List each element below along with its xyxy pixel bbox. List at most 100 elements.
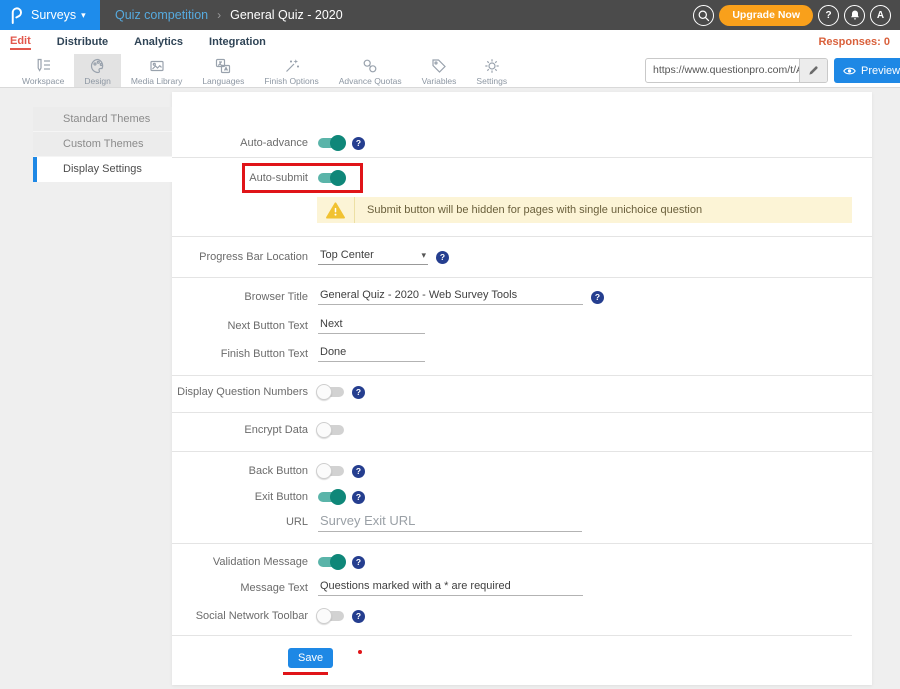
divider: [172, 635, 852, 636]
toolbar-item-label: Advance Quotas: [339, 76, 402, 86]
next-button-text-row: Next Button Text: [172, 314, 872, 338]
help-icon[interactable]: ?: [352, 610, 365, 623]
auto-advance-row: Auto-advance ?: [172, 131, 872, 155]
toolbar-item-finish-options[interactable]: Finish Options: [254, 54, 328, 87]
tab-distribute[interactable]: Distribute: [57, 36, 108, 48]
save-button[interactable]: Save: [288, 648, 333, 668]
auto-advance-label: Auto-advance: [172, 137, 308, 149]
divider: [172, 236, 872, 237]
toolbar-item-settings[interactable]: Settings: [466, 54, 517, 87]
breadcrumb-folder-link[interactable]: Quiz competition: [115, 8, 208, 22]
notifications-button[interactable]: [844, 5, 865, 26]
toolbar-item-variables[interactable]: Variables: [412, 54, 467, 87]
exit-button-toggle[interactable]: [318, 492, 344, 502]
sidebar-item-custom-themes[interactable]: Custom Themes: [33, 132, 172, 157]
themes-sidebar: Standard Themes Custom Themes Display Se…: [33, 107, 172, 182]
toggle-knob: [330, 135, 346, 151]
back-button-label: Back Button: [172, 465, 308, 477]
topbar-actions: Upgrade Now ? A: [693, 4, 891, 26]
toolbar-item-design[interactable]: Design: [74, 54, 120, 87]
warning-banner: Submit button will be hidden for pages w…: [317, 197, 852, 223]
exit-url-input[interactable]: [318, 513, 582, 532]
wand-icon: [283, 57, 301, 75]
auto-advance-toggle[interactable]: [318, 138, 344, 148]
toggle-knob: [316, 422, 332, 438]
help-icon[interactable]: ?: [352, 137, 365, 150]
eye-icon: [843, 66, 856, 76]
edit-url-button[interactable]: [799, 59, 827, 82]
toolbar-item-languages[interactable]: Languages: [192, 54, 254, 87]
help-icon[interactable]: ?: [352, 491, 365, 504]
finish-button-text-input[interactable]: [318, 346, 425, 362]
display-question-numbers-toggle[interactable]: [318, 387, 344, 397]
social-network-toolbar-toggle[interactable]: [318, 611, 344, 621]
responses-count: Responses: 0: [818, 36, 890, 48]
help-icon[interactable]: ?: [436, 251, 449, 264]
questionpro-logo-icon: [9, 6, 24, 25]
toolbar-item-label: Finish Options: [264, 76, 318, 86]
social-network-toolbar-label: Social Network Toolbar: [172, 610, 308, 622]
links-icon: [361, 57, 379, 75]
annotation-underline: [283, 672, 328, 675]
toolbar-item-advance-quotas[interactable]: Advance Quotas: [329, 54, 412, 87]
gear-icon: [483, 57, 501, 75]
help-icon[interactable]: ?: [352, 556, 365, 569]
display-question-numbers-label: Display Question Numbers: [172, 386, 308, 398]
help-button[interactable]: ?: [818, 5, 839, 26]
message-text-row: Message Text: [172, 576, 872, 600]
toggle-knob: [330, 489, 346, 505]
display-question-numbers-row: Display Question Numbers ?: [172, 380, 872, 404]
help-icon[interactable]: ?: [352, 465, 365, 478]
surveys-menu-button[interactable]: Surveys ▾: [0, 0, 100, 30]
toolbar-item-label: Settings: [476, 76, 507, 86]
progress-bar-location-label: Progress Bar Location: [172, 251, 308, 263]
message-text-input[interactable]: [318, 580, 583, 596]
divider: [172, 412, 872, 413]
help-icon[interactable]: ?: [591, 291, 604, 304]
preview-button[interactable]: Preview: [834, 58, 900, 83]
next-button-text-label: Next Button Text: [172, 320, 308, 332]
tab-integration[interactable]: Integration: [209, 36, 266, 48]
back-button-toggle[interactable]: [318, 466, 344, 476]
avatar[interactable]: A: [870, 5, 891, 26]
toolbar-item-media-library[interactable]: Media Library: [121, 54, 193, 87]
display-settings-panel: Auto-advance ? Auto-submit Submit button…: [172, 92, 872, 685]
progress-bar-location-select[interactable]: Top Center ▾: [318, 249, 428, 265]
toolbar-item-workspace[interactable]: Workspace: [12, 54, 74, 87]
palette-icon: [89, 57, 107, 75]
divider: [172, 157, 872, 158]
tab-analytics[interactable]: Analytics: [134, 36, 183, 48]
survey-url-text[interactable]: https://www.questionpro.com/t/APNrFZ: [646, 59, 799, 82]
selected-option: Top Center: [320, 249, 374, 261]
upgrade-now-button[interactable]: Upgrade Now: [719, 5, 813, 26]
toolbar-item-label: Design: [84, 76, 110, 86]
back-button-row: Back Button ?: [172, 459, 872, 483]
message-text-label: Message Text: [172, 582, 308, 594]
tab-edit[interactable]: Edit: [10, 35, 31, 50]
validation-message-toggle[interactable]: [318, 557, 344, 567]
divider: [172, 451, 872, 452]
encrypt-data-row: Encrypt Data: [172, 418, 872, 442]
search-button[interactable]: [693, 5, 714, 26]
toggle-knob: [330, 554, 346, 570]
browser-title-input[interactable]: [318, 289, 583, 305]
breadcrumb-survey-name: General Quiz - 2020: [230, 8, 343, 22]
sidebar-item-standard-themes[interactable]: Standard Themes: [33, 107, 172, 132]
browser-title-row: Browser Title ?: [172, 285, 872, 309]
finish-button-text-row: Finish Button Text: [172, 342, 872, 366]
toggle-knob: [330, 170, 346, 186]
divider: [172, 375, 872, 376]
next-button-text-input[interactable]: [318, 318, 425, 334]
auto-submit-toggle[interactable]: [318, 173, 344, 183]
breadcrumb: Quiz competition › General Quiz - 2020: [115, 0, 343, 30]
exit-url-row: URL: [172, 508, 872, 536]
help-icon[interactable]: ?: [352, 386, 365, 399]
toolbar-item-label: Media Library: [131, 76, 183, 86]
encrypt-data-toggle[interactable]: [318, 425, 344, 435]
sidebar-item-display-settings[interactable]: Display Settings: [33, 157, 172, 182]
tag-icon: [430, 57, 448, 75]
divider: [172, 277, 872, 278]
progress-bar-location-row: Progress Bar Location Top Center ▾ ?: [172, 245, 872, 269]
top-bar: Surveys ▾ Quiz competition › General Qui…: [0, 0, 900, 30]
design-toolbar: Workspace Design Media Library Languages…: [0, 54, 900, 88]
